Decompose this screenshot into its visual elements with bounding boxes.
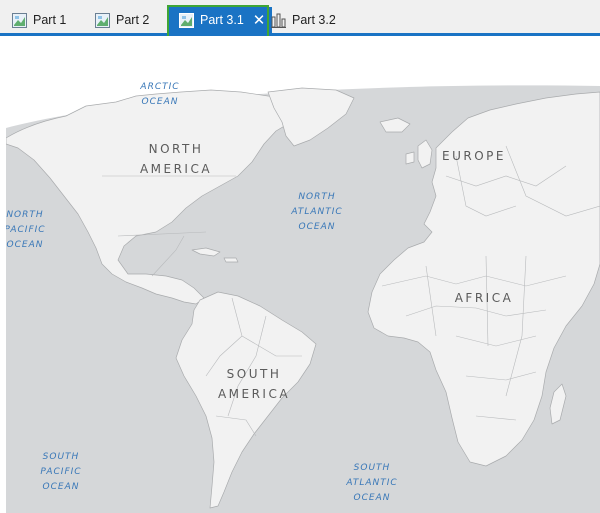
tab-label: Part 1 — [33, 13, 67, 27]
ireland-shape — [405, 151, 415, 165]
world-map[interactable] — [6, 36, 600, 513]
map-icon — [12, 12, 27, 28]
label-south-america: SOUTH AMERICA — [217, 367, 291, 401]
layout-icon — [271, 13, 286, 28]
label-africa: AFRICA — [454, 291, 514, 305]
label-north-atlantic-ocean: NORTH ATLANTIC OCEAN — [291, 192, 343, 232]
tab-label: Part 3.2 — [292, 13, 336, 27]
label-south-atlantic-ocean: SOUTH ATLANTIC OCEAN — [346, 463, 398, 503]
map-icon — [179, 12, 194, 28]
tab-label: Part 3.1 — [200, 13, 244, 27]
map-view[interactable]: ARCTIC OCEAN NORTH PACIFIC OCEAN NORTH A… — [6, 36, 600, 513]
label-north-america: NORTH AMERICA — [139, 142, 213, 176]
tab-part-1[interactable]: Part 1 — [12, 7, 66, 33]
map-tab-bar: Part 1 Part 2 Part 3.1 ✕ Part 3.2 — [0, 0, 600, 35]
label-europe: EUROPE — [442, 149, 506, 163]
map-icon — [95, 12, 110, 28]
label-south-pacific-ocean: SOUTH PACIFIC OCEAN — [40, 452, 82, 492]
hispaniola-shape — [223, 257, 239, 263]
label-arctic-ocean: ARCTIC OCEAN — [140, 82, 180, 107]
tab-part-3-2[interactable]: Part 3.2 — [271, 7, 336, 33]
tab-part-2[interactable]: Part 2 — [95, 7, 149, 33]
label-north-pacific-ocean: NORTH PACIFIC OCEAN — [6, 210, 46, 250]
tab-label: Part 2 — [116, 13, 150, 27]
tab-part-3-1[interactable]: Part 3.1 ✕ — [169, 7, 273, 33]
close-icon[interactable]: ✕ — [253, 13, 266, 28]
